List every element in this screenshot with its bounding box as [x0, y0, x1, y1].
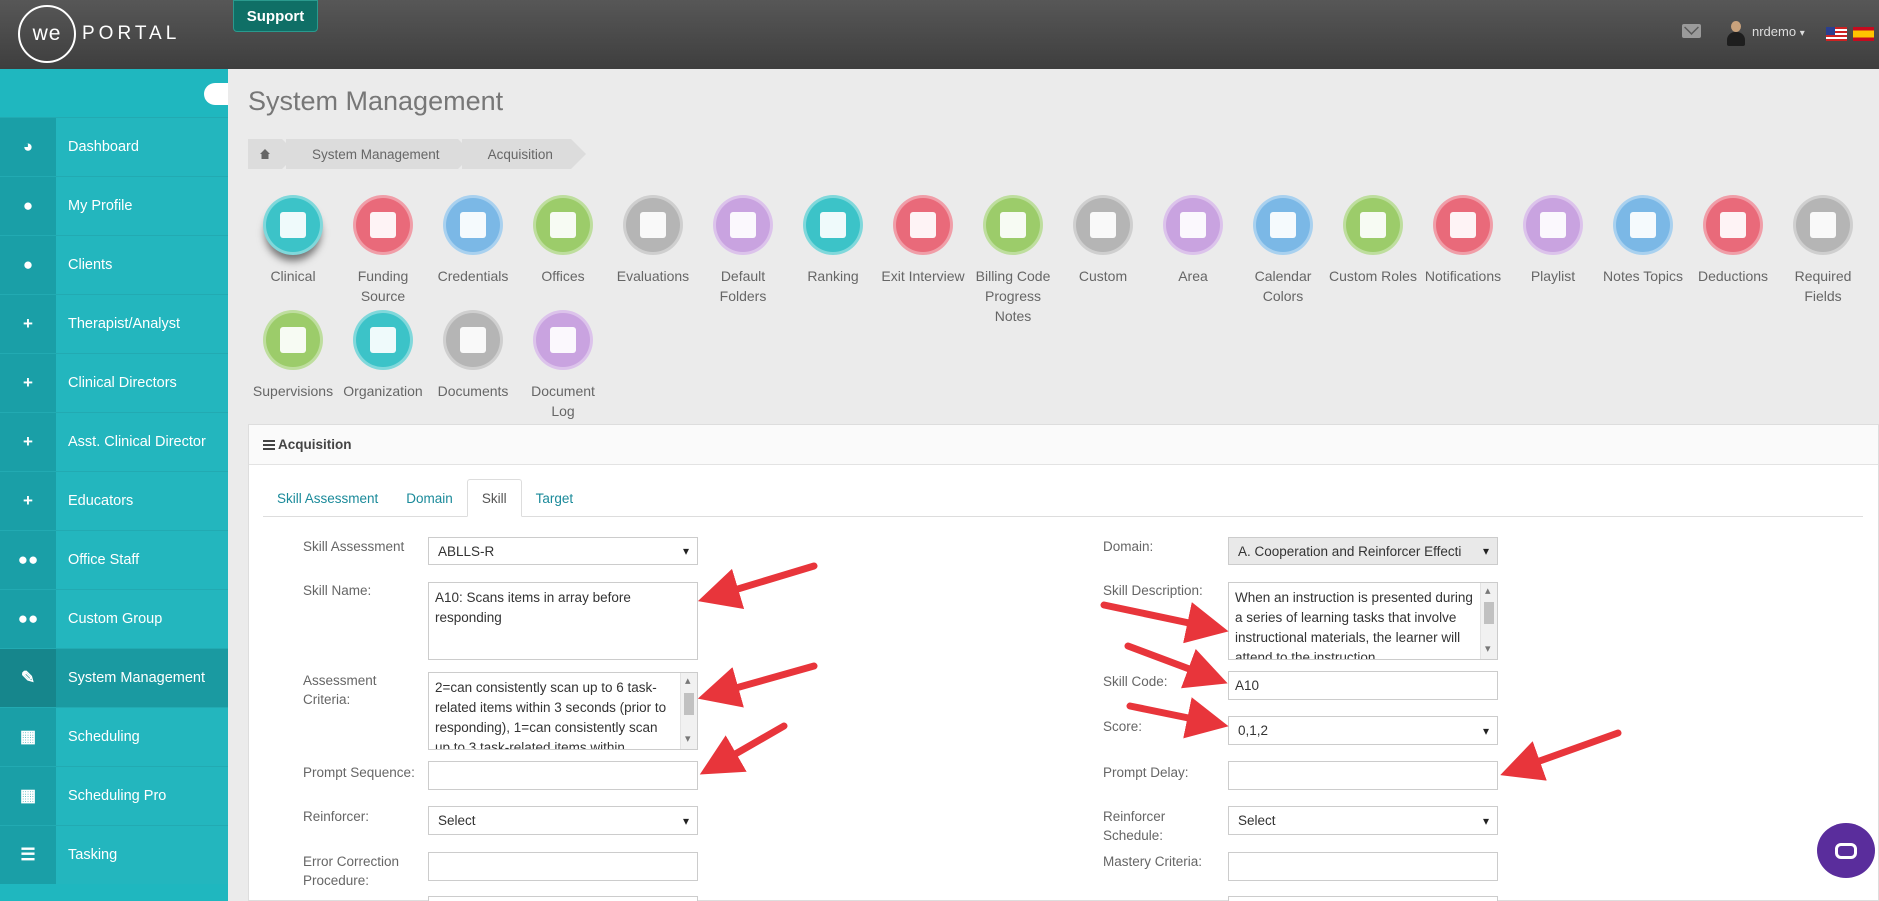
annotation-arrow — [697, 562, 818, 610]
chat-icon — [1835, 842, 1857, 859]
annotation-arrow — [1126, 697, 1229, 739]
annotation-layer — [697, 562, 1622, 781]
annotation-arrow — [1500, 729, 1622, 781]
chat-widget-button[interactable] — [1817, 823, 1875, 878]
annotation-arrow — [697, 662, 818, 708]
annotation-arrow — [699, 722, 788, 775]
annotation-arrow — [1124, 642, 1228, 689]
annotation-arrow — [1100, 601, 1229, 644]
